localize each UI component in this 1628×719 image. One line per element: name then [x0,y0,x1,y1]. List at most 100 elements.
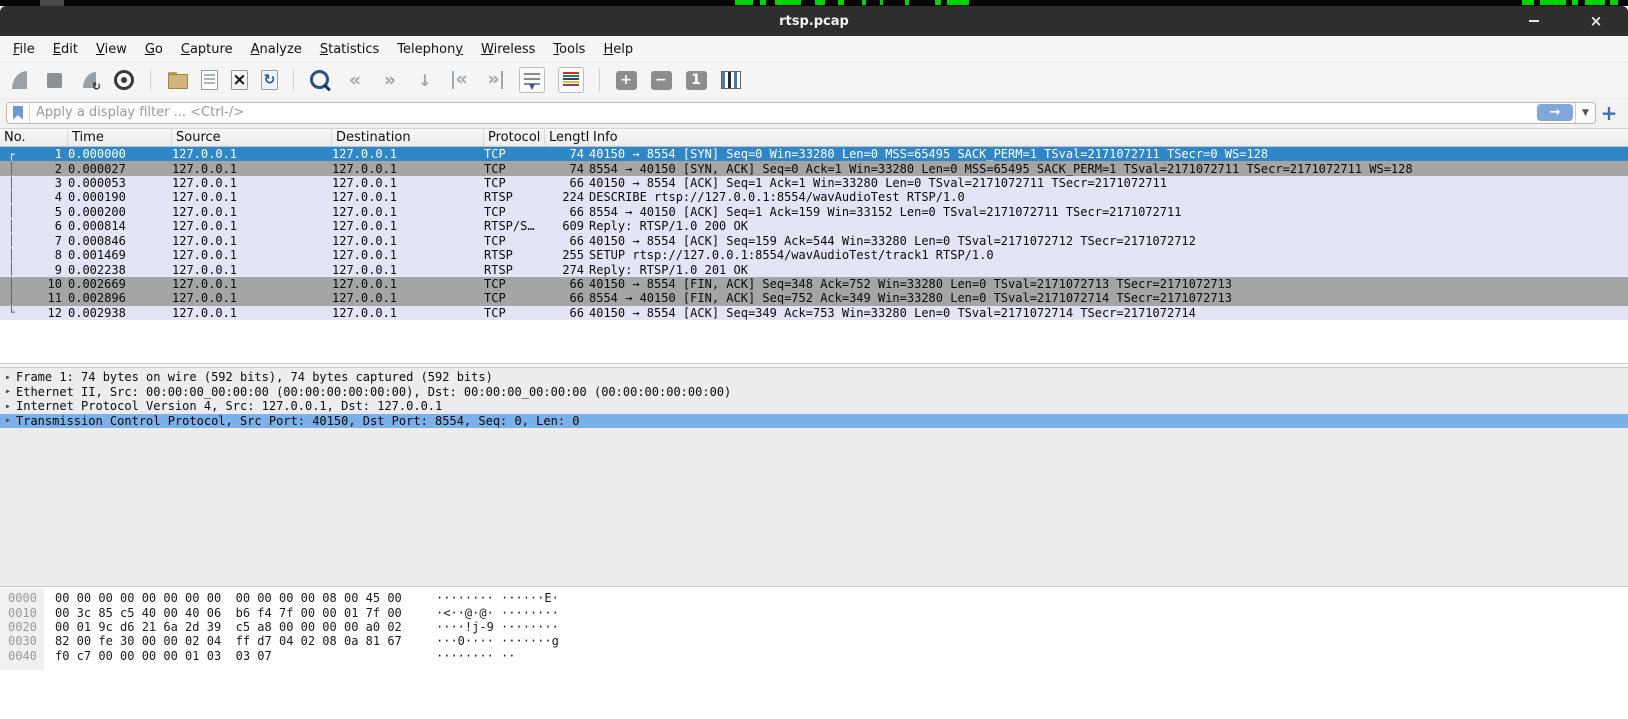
menu-tools[interactable]: Tools [544,39,594,60]
column-header-no[interactable]: No. [0,129,68,146]
column-header-source[interactable]: Source [172,129,332,146]
restart-capture-icon[interactable] [78,69,100,91]
background-pixels [775,0,801,5]
expand-arrow-icon[interactable]: ▸ [0,372,16,383]
packet-row[interactable]: │90.002238127.0.0.1127.0.0.1RTSP274Reply… [0,262,1628,276]
packet-cell-gut: │ [0,263,16,276]
packet-cell-len: 609 [545,219,589,233]
menu-telephony[interactable]: Telephony [388,39,472,60]
detail-tree-item[interactable]: ▸Internet Protocol Version 4, Src: 127.0… [0,399,1628,414]
capture-options-icon[interactable] [113,69,135,91]
packet-cell-info: 40150 → 8554 [SYN] Seq=0 Win=33280 Len=0… [589,147,1628,161]
menu-wireless[interactable]: Wireless [472,39,544,60]
detail-tree-item[interactable]: ▸Ethernet II, Src: 00:00:00_00:00:00 (00… [0,385,1628,400]
background-pixels [1585,0,1605,5]
background-pixels [1540,0,1566,5]
apply-filter-icon[interactable]: → [1537,104,1573,121]
packet-row[interactable]: │50.000200127.0.0.1127.0.0.1TCP668554 → … [0,205,1628,219]
packet-cell-dst: 127.0.0.1 [332,277,484,291]
packet-row[interactable]: │60.000814127.0.0.1127.0.0.1RTSP/S…609Re… [0,219,1628,233]
hex-row[interactable]: 0040f0 c7 00 00 00 00 01 03 03 07·······… [0,649,1628,663]
menu-go[interactable]: Go [136,39,172,60]
last-packet-icon[interactable] [484,69,506,91]
hex-row[interactable]: 000000 00 00 00 00 00 00 00 00 00 00 00 … [0,591,1628,605]
column-header-length[interactable]: Length [545,129,589,146]
packet-row[interactable]: │40.000190127.0.0.1127.0.0.1RTSP224DESCR… [0,190,1628,204]
hex-row[interactable]: 001000 3c 85 c5 40 00 40 06 b6 f4 7f 00 … [0,605,1628,619]
packet-row[interactable]: │30.000053127.0.0.1127.0.0.1TCP6640150 →… [0,176,1628,190]
packet-row[interactable]: │100.002669127.0.0.1127.0.0.1TCP6640150 … [0,277,1628,291]
packet-cell-src: 127.0.0.1 [172,291,332,305]
menu-help[interactable]: Help [594,39,642,60]
detail-tree-item[interactable]: ▸Frame 1: 74 bytes on wire (592 bits), 7… [0,370,1628,385]
column-header-time[interactable]: Time [68,129,172,146]
close-file-icon[interactable] [231,70,248,90]
column-header-info[interactable]: Info [589,129,1628,146]
packet-cell-time: 0.001469 [68,248,172,262]
bookmark-icon[interactable] [13,106,23,120]
find-packet-icon[interactable] [309,69,331,91]
hex-row[interactable]: 003082 00 fe 30 00 00 02 04 ff d7 04 02 … [0,634,1628,648]
go-back-icon[interactable]: « [344,69,366,91]
packet-cell-no: 2 [16,162,68,176]
expand-arrow-icon[interactable]: ▸ [0,401,16,412]
packet-cell-len: 74 [545,162,589,176]
save-file-icon[interactable] [201,70,218,90]
packet-row[interactable]: │110.002896127.0.0.1127.0.0.1TCP668554 →… [0,291,1628,305]
stop-capture-icon[interactable] [43,69,65,91]
packet-cell-time: 0.002669 [68,277,172,291]
expand-arrow-icon[interactable]: ▸ [0,415,16,426]
zoom-out-icon[interactable]: − [650,69,672,91]
background-pixels [935,0,941,5]
packet-row[interactable]: │70.000846127.0.0.1127.0.0.1TCP6640150 →… [0,234,1628,248]
column-header-protocol[interactable]: Protocol [484,129,545,146]
packet-row[interactable]: │20.000027127.0.0.1127.0.0.1TCP748554 → … [0,161,1628,175]
start-capture-icon[interactable] [8,69,30,91]
zoom-in-icon[interactable]: + [615,69,637,91]
menu-analyze[interactable]: Analyze [242,39,311,60]
auto-scroll-icon[interactable] [519,67,545,93]
colorize-icon[interactable] [558,67,584,93]
minimize-button[interactable] [1526,13,1542,29]
display-filter-field[interactable]: → ▼ [6,102,1596,124]
column-header-destination[interactable]: Destination [332,129,484,146]
detail-text: Ethernet II, Src: 00:00:00_00:00:00 (00:… [16,385,731,399]
packet-row[interactable]: ┌10.000000127.0.0.1127.0.0.1TCP7440150 →… [0,147,1628,161]
first-packet-icon[interactable] [449,69,471,91]
go-forward-icon[interactable]: » [379,69,401,91]
hex-offset: 0020 [0,620,44,634]
normal-size-icon[interactable]: 1 [685,69,707,91]
menu-view[interactable]: View [87,39,136,60]
packet-list-empty-area [0,320,1628,363]
detail-text: Internet Protocol Version 4, Src: 127.0.… [16,399,442,413]
menu-file[interactable]: File [4,39,44,60]
menu-statistics[interactable]: Statistics [311,39,388,60]
packet-cell-src: 127.0.0.1 [172,277,332,291]
add-filter-button-icon[interactable]: + [1596,101,1622,125]
open-file-icon[interactable] [166,69,188,91]
chevron-down-icon[interactable]: ▼ [1575,103,1595,123]
packet-cell-no: 10 [16,277,68,291]
packet-cell-len: 74 [545,147,589,161]
hex-bytes: 00 00 00 00 00 00 00 00 00 00 00 00 08 0… [44,591,416,605]
packet-cell-no: 7 [16,234,68,248]
packet-cell-dst: 127.0.0.1 [332,306,484,320]
packet-cell-no: 3 [16,176,68,190]
expand-arrow-icon[interactable]: ▸ [0,386,16,397]
hex-ascii: ···0···· ·······g [416,634,559,648]
resize-columns-icon[interactable] [720,69,742,91]
detail-text: Transmission Control Protocol, Src Port:… [16,414,580,428]
packet-row[interactable]: └120.002938127.0.0.1127.0.0.1TCP6640150 … [0,306,1628,320]
packet-cell-src: 127.0.0.1 [172,162,332,176]
packet-row[interactable]: │80.001469127.0.0.1127.0.0.1RTSP255SETUP… [0,248,1628,262]
detail-tree-item[interactable]: ▸Transmission Control Protocol, Src Port… [0,414,1628,429]
go-to-packet-icon[interactable] [414,69,436,91]
menu-edit[interactable]: Edit [44,39,87,60]
packet-cell-time: 0.002238 [68,263,172,277]
reload-file-icon[interactable] [261,70,278,90]
packet-cell-src: 127.0.0.1 [172,147,332,161]
close-button[interactable]: × [1588,13,1604,29]
menu-capture[interactable]: Capture [172,39,242,60]
hex-row[interactable]: 002000 01 9c d6 21 6a 2d 39 c5 a8 00 00 … [0,620,1628,634]
display-filter-input[interactable] [34,104,1537,121]
